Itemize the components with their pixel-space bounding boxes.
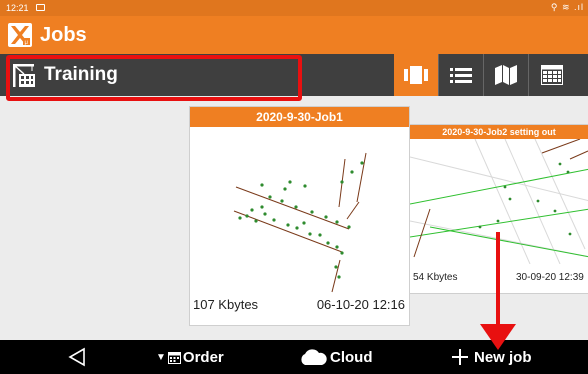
plus-icon <box>452 349 468 365</box>
grid-view-button[interactable] <box>530 54 574 96</box>
workspace-highlight <box>6 55 302 101</box>
divider <box>528 54 529 96</box>
map-view-button[interactable] <box>484 54 528 96</box>
system-status-icons: ⚲ ≋ .ıl <box>550 2 584 12</box>
list-view-button[interactable] <box>439 54 483 96</box>
cards-view-button[interactable] <box>394 54 438 96</box>
app-bar: μ Jobs <box>0 16 588 54</box>
back-button[interactable] <box>68 340 86 374</box>
sort-down-icon: ▼ <box>156 351 166 363</box>
job-card[interactable]: 2020-9-30-Job2 setting out 54 Kbytes 30-… <box>409 124 588 294</box>
grid-view-icon <box>541 65 563 85</box>
back-triangle-icon <box>68 347 85 367</box>
list-view-icon <box>450 68 472 83</box>
new-job-button[interactable]: New job <box>452 340 532 374</box>
cards-view-icon <box>404 66 428 84</box>
job-card-title: 2020-9-30-Job2 setting out <box>410 125 588 139</box>
order-label: Order <box>182 348 224 366</box>
job-preview-thumbnail <box>410 139 588 264</box>
job-card[interactable]: 2020-9-30-Job1 107 Kbytes 06-10-20 12:16 <box>189 106 410 326</box>
svg-text:μ: μ <box>25 40 29 46</box>
bottom-action-bar: ▼ Order Cloud New job <box>0 340 588 374</box>
cloud-label: Cloud <box>330 348 373 366</box>
job-date: 06-10-20 12:16 <box>316 297 405 312</box>
map-view-icon <box>495 65 517 85</box>
job-preview-thumbnail <box>233 152 367 293</box>
status-bar: 12:21 ⚲ ≋ .ıl <box>0 0 588 16</box>
status-time: 12:21 <box>6 3 29 13</box>
order-button[interactable]: ▼ Order <box>156 340 224 374</box>
cloud-icon <box>301 349 327 365</box>
job-size: 54 Kbytes <box>413 272 458 283</box>
xpad-logo-icon: μ <box>8 23 32 47</box>
job-size: 107 Kbytes <box>193 297 259 312</box>
job-date: 30-09-20 12:39 <box>516 272 584 283</box>
calendar-icon <box>167 351 181 364</box>
gallery-notification-icon <box>36 4 45 11</box>
page-title: Jobs <box>40 24 87 46</box>
job-card-title: 2020-9-30-Job1 <box>190 107 409 127</box>
new-job-label: New job <box>474 348 532 366</box>
cloud-button[interactable]: Cloud <box>298 340 373 374</box>
